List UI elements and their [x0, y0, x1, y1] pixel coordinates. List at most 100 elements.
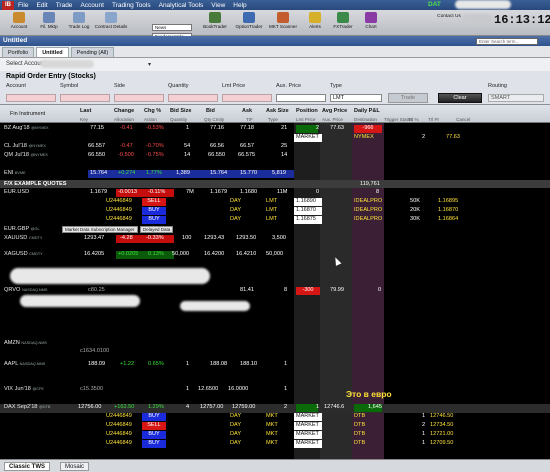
- order-row[interactable]: MARKET NYMEX 2 77.63: [0, 134, 550, 143]
- trade-button[interactable]: Trade: [388, 93, 428, 103]
- type-select[interactable]: LMT: [330, 94, 382, 102]
- table-row[interactable]: XAGUSD CMDTY 16.4205 +0.0205 0.13% 50,00…: [0, 251, 550, 260]
- symbol-field[interactable]: [60, 94, 110, 102]
- table-row[interactable]: VIX Jun'18 @CFE c15.3500 1 12.6500 16.00…: [0, 386, 550, 395]
- instrument-aapl: AAPL NASDAQ.NMS: [4, 361, 46, 367]
- subcol-key: Key: [80, 117, 88, 122]
- bid: 12757.00: [200, 404, 224, 410]
- delayed-data-tag[interactable]: Delayed Data: [140, 226, 174, 233]
- last-price: 16.4205: [84, 251, 105, 257]
- change-pct: 1.29%: [148, 404, 164, 410]
- lmt-price-box[interactable]: 1.16875: [294, 216, 322, 224]
- buy-action: BUY: [142, 440, 166, 448]
- news-dropdown[interactable]: News: [152, 24, 192, 31]
- table-row[interactable]: QM Jul'18 @NYMEX 66.550 -0.500 -0.75% 14…: [0, 152, 550, 161]
- quantity-field[interactable]: [168, 94, 218, 102]
- order-quantity: 20K: [410, 207, 420, 213]
- instrument-eurgbp: EUR.GBP @GL: [4, 226, 40, 232]
- col-position[interactable]: Position: [296, 108, 318, 114]
- col-ask[interactable]: Ask: [242, 108, 252, 114]
- order-tif: DAY: [230, 413, 242, 419]
- menu-help[interactable]: Help: [229, 2, 250, 9]
- contract-details-button[interactable]: Contract Details: [95, 12, 127, 34]
- col-last[interactable]: Last: [80, 108, 91, 114]
- change: +162.50: [114, 404, 135, 410]
- menu-view[interactable]: View: [207, 2, 229, 9]
- optiontrader-button[interactable]: OptionTrader: [234, 12, 264, 34]
- table-row[interactable]: QRVO NASDAQ.NMS c80.25 81.41 8 -300 79.9…: [0, 287, 550, 296]
- subcol-lmt-price: Lmt Price: [296, 117, 316, 122]
- lmt-price-box[interactable]: 1.16890: [294, 198, 322, 206]
- booktrader-button[interactable]: BookTrader: [200, 12, 230, 34]
- order-row[interactable]: U2446849 SELL DAY MKT MARKET DTB 2 12734…: [0, 422, 550, 431]
- tab-mosaic[interactable]: Mosaic: [60, 462, 90, 471]
- instrument-eurusd: EUR.USD: [4, 189, 30, 195]
- tab-portfolio[interactable]: Portfolio: [2, 47, 35, 57]
- alerts-button[interactable]: Alerts: [300, 12, 330, 34]
- col-change[interactable]: Change: [114, 108, 134, 114]
- menu-trade[interactable]: Trade: [52, 2, 77, 9]
- avg-price: 12746.6: [324, 404, 345, 410]
- annotation-note: Это в евро: [346, 389, 392, 399]
- subcol-action: Action: [144, 117, 157, 122]
- routing-select[interactable]: SMART: [488, 94, 544, 102]
- table-row[interactable]: AMZN NASDAQ.NMS c1634.0100: [0, 340, 550, 354]
- menu-file[interactable]: File: [14, 2, 32, 9]
- table-row[interactable]: EUR.USD 1.1679 -0.0013 -0.11% 7M 1.1679 …: [0, 189, 550, 198]
- menu-trading-tools[interactable]: Trading Tools: [108, 2, 155, 9]
- order-row[interactable]: U2446849 BUY DAY MKT MARKET DTB 1 12746.…: [0, 413, 550, 422]
- ask: 12759.00: [232, 404, 256, 410]
- tab-untitled[interactable]: Untitled: [36, 47, 69, 57]
- menu-analytical-tools[interactable]: Analytical Tools: [155, 2, 208, 9]
- fil-mktp-button[interactable]: Fil. Mktp: [34, 12, 64, 34]
- col-avg-price[interactable]: Avg Price: [322, 108, 347, 114]
- chevron-down-icon[interactable]: ▾: [148, 61, 151, 68]
- instrument-dax: DAX Sep2'18 @DTB: [4, 404, 51, 410]
- col-chg-pct[interactable]: Chg %: [144, 108, 161, 114]
- buy-action: BUY: [142, 207, 166, 215]
- table-row[interactable]: ENI BVME 15.764 +0.274 1.77% 1,389 15.76…: [0, 170, 550, 179]
- table-row[interactable]: DAX Sep2'18 @DTB 12756.00 +162.50 1.29% …: [0, 404, 550, 413]
- order-type-box: MARKET: [294, 413, 322, 421]
- side-field[interactable]: [114, 94, 164, 102]
- trade-log-button[interactable]: Trade Log: [64, 12, 94, 34]
- order-row[interactable]: U2446849 BUY DAY MKT MARKET DTB 1 12721.…: [0, 431, 550, 440]
- lmt-price-field[interactable]: [222, 94, 272, 102]
- account-button[interactable]: Account: [4, 12, 34, 34]
- col-fin-instrument[interactable]: Fin Instrument: [10, 111, 45, 117]
- col-bid-size[interactable]: Bid Size: [170, 108, 191, 114]
- table-row[interactable]: EUR.GBP @GL Market Data Subscription Man…: [0, 226, 550, 235]
- ask: 81.41: [240, 287, 254, 293]
- order-row[interactable]: U2446849 BUY DAY MKT MARKET DTB 1 12709.…: [0, 440, 550, 449]
- menu-edit[interactable]: Edit: [32, 2, 51, 9]
- account-field[interactable]: [6, 94, 56, 102]
- tab-pending[interactable]: Pending (All): [70, 47, 115, 57]
- menu-account[interactable]: Account: [76, 2, 108, 9]
- table-row[interactable]: BZ Aug'18 @NYMEX 77.15 -0.41 -0.53% 1 77…: [0, 125, 550, 134]
- clear-button[interactable]: Clear: [438, 93, 482, 103]
- position: 1: [316, 404, 320, 410]
- table-row[interactable]: XAUUSD CMDTY 1293.47 -4.28 -0.33% 100 12…: [0, 235, 550, 244]
- col-bid[interactable]: Bid: [206, 108, 215, 114]
- order-row[interactable]: U2446849 SELL DAY LMT 1.16890 IDEALPRO 5…: [0, 198, 550, 207]
- table-row[interactable]: AAPL NASDAQ.NMS 188.09 +1.22 0.65% 1 188…: [0, 361, 550, 370]
- col-daily-pnl[interactable]: Daily P&L: [354, 108, 380, 114]
- order-row[interactable]: U2446849 BUY DAY LMT 1.16875 IDEALPRO 30…: [0, 216, 550, 225]
- search-input[interactable]: Enter Search term...: [476, 38, 538, 45]
- lmt-price-box[interactable]: 1.16870: [294, 207, 322, 215]
- label-type: Type: [330, 83, 342, 89]
- fxtrader-button[interactable]: FXTrader: [328, 12, 358, 34]
- order-quantity: 2: [422, 134, 426, 140]
- tab-classic-tws[interactable]: Classic TWS: [4, 462, 51, 471]
- change: -0.0013: [118, 189, 137, 195]
- col-ask-size[interactable]: Ask Size: [266, 108, 289, 114]
- mkt-scanner-button[interactable]: MKT Scanner: [268, 12, 298, 34]
- destination: DTB: [354, 431, 366, 437]
- contact-us-button[interactable]: Contact Us: [436, 14, 462, 19]
- table-row[interactable]: CL Jul'18 @NYMEX 66.557 -0.47 -0.70% 54 …: [0, 143, 550, 152]
- order-row[interactable]: U2446849 BUY DAY LMT 1.16870 IDEALPRO 20…: [0, 207, 550, 216]
- chart-button[interactable]: Chart: [356, 12, 386, 34]
- order-tif: DAY: [230, 422, 242, 428]
- market-data-subscription-tag[interactable]: Market Data Subscription Manager: [62, 226, 138, 233]
- aux-price-field[interactable]: [276, 94, 326, 102]
